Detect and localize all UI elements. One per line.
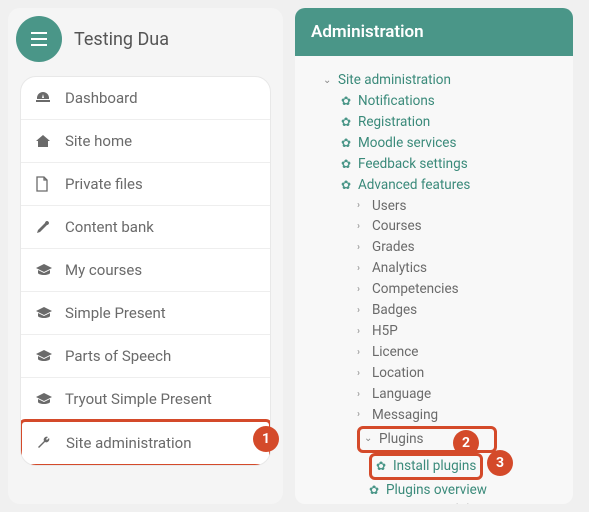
- dashboard-icon: [35, 90, 53, 106]
- chevron-right-icon: ›: [357, 366, 367, 382]
- grad-icon: [35, 263, 53, 277]
- admin-header: Administration: [295, 8, 573, 56]
- tree-item-install-plugins[interactable]: ✿Install plugins: [309, 453, 567, 480]
- chevron-right-icon: ›: [357, 219, 367, 235]
- chevron-right-icon: ›: [357, 387, 367, 403]
- nav-item-site-home[interactable]: Site home: [21, 120, 270, 163]
- annotation-badge-2: 2: [453, 430, 479, 456]
- paint-icon: [35, 219, 53, 235]
- tree-item-courses[interactable]: ›Courses: [309, 216, 567, 237]
- sidebar-panel: Testing Dua Dashboard Site home Private fi…: [8, 8, 283, 504]
- chevron-right-icon: ›: [357, 303, 367, 319]
- nav-item-content-bank[interactable]: Content bank: [21, 206, 270, 249]
- tree-item-language[interactable]: ›Language: [309, 384, 567, 405]
- nav-label: Private files: [65, 175, 143, 193]
- tree-item-badges[interactable]: ›Badges: [309, 300, 567, 321]
- tree-item-feedback-settings[interactable]: ✿Feedback settings: [309, 154, 567, 175]
- chevron-right-icon: ›: [357, 345, 367, 361]
- nav-card: Dashboard Site home Private files Content b…: [20, 76, 271, 466]
- tree-item-activity-modules[interactable]: ›Activity modules: [309, 500, 567, 504]
- chevron-right-icon: ›: [357, 407, 367, 423]
- nav-item-tryout-simple-present[interactable]: Tryout Simple Present: [21, 378, 270, 421]
- tree-item-advanced-features[interactable]: ✿Advanced features: [309, 175, 567, 196]
- nav-label: Simple Present: [65, 304, 166, 322]
- home-icon: [35, 133, 53, 149]
- grad-icon: [35, 392, 53, 406]
- chevron-right-icon: ›: [357, 282, 367, 298]
- nav-label: Site administration: [66, 434, 191, 452]
- chevron-down-icon: ⌄: [323, 73, 333, 89]
- annotation-badge-3: 3: [487, 450, 513, 476]
- chevron-right-icon: ›: [357, 324, 367, 340]
- nav-item-site-administration[interactable]: Site administration: [20, 419, 271, 466]
- site-title: Testing Dua: [74, 29, 169, 50]
- tree-item-moodle-services[interactable]: ✿Moodle services: [309, 133, 567, 154]
- file-icon: [35, 176, 53, 192]
- nav-item-dashboard[interactable]: Dashboard: [21, 77, 270, 120]
- grad-icon: [35, 349, 53, 363]
- gear-icon: ✿: [341, 176, 353, 195]
- tree-item-plugins[interactable]: ⌄Plugins: [309, 426, 567, 453]
- tree-item-notifications[interactable]: ✿Notifications: [309, 91, 567, 112]
- nav-item-private-files[interactable]: Private files: [21, 163, 270, 206]
- tree-item-users[interactable]: ›Users: [309, 196, 567, 217]
- tree-item-competencies[interactable]: ›Competencies: [309, 279, 567, 300]
- nav-label: My courses: [65, 261, 142, 279]
- tree-item-registration[interactable]: ✿Registration: [309, 112, 567, 133]
- tree-item-analytics[interactable]: ›Analytics: [309, 258, 567, 279]
- annotation-badge-1: 1: [253, 426, 279, 452]
- tree-item-licence[interactable]: ›Licence: [309, 342, 567, 363]
- gear-icon: ✿: [341, 113, 353, 132]
- tree-item-grades[interactable]: ›Grades: [309, 237, 567, 258]
- tree-root[interactable]: ⌄Site administration: [309, 70, 567, 91]
- tree-item-location[interactable]: ›Location: [309, 363, 567, 384]
- gear-icon: ✿: [341, 155, 353, 174]
- nav-label: Parts of Speech: [65, 347, 171, 365]
- chevron-down-icon: ⌄: [364, 431, 374, 447]
- sidebar-header: Testing Dua: [8, 8, 283, 70]
- chevron-right-icon: ›: [357, 198, 367, 214]
- tree-item-messaging[interactable]: ›Messaging: [309, 405, 567, 426]
- nav-label: Site home: [65, 132, 132, 150]
- tree-item-h5p[interactable]: ›H5P: [309, 321, 567, 342]
- gear-icon: ✿: [369, 481, 381, 500]
- gear-icon: ✿: [341, 134, 353, 153]
- nav-item-parts-of-speech[interactable]: Parts of Speech: [21, 335, 270, 378]
- nav-item-simple-present[interactable]: Simple Present: [21, 292, 270, 335]
- gear-icon: ✿: [376, 457, 388, 476]
- nav-label: Tryout Simple Present: [65, 390, 212, 408]
- nav-item-my-courses[interactable]: My courses: [21, 249, 270, 292]
- admin-panel: Administration ⌄Site administration✿Noti…: [295, 8, 573, 504]
- chevron-right-icon: ›: [357, 261, 367, 277]
- nav-label: Content bank: [65, 218, 154, 236]
- wrench-icon: [36, 435, 54, 451]
- admin-tree: ⌄Site administration✿Notifications✿Regis…: [295, 56, 573, 504]
- hamburger-button[interactable]: [16, 16, 62, 62]
- nav-label: Dashboard: [65, 89, 138, 107]
- chevron-right-icon: ›: [357, 240, 367, 256]
- grad-icon: [35, 306, 53, 320]
- tree-item-plugins-overview[interactable]: ✿Plugins overview: [309, 480, 567, 501]
- chevron-right-icon: ›: [369, 503, 379, 504]
- gear-icon: ✿: [341, 92, 353, 111]
